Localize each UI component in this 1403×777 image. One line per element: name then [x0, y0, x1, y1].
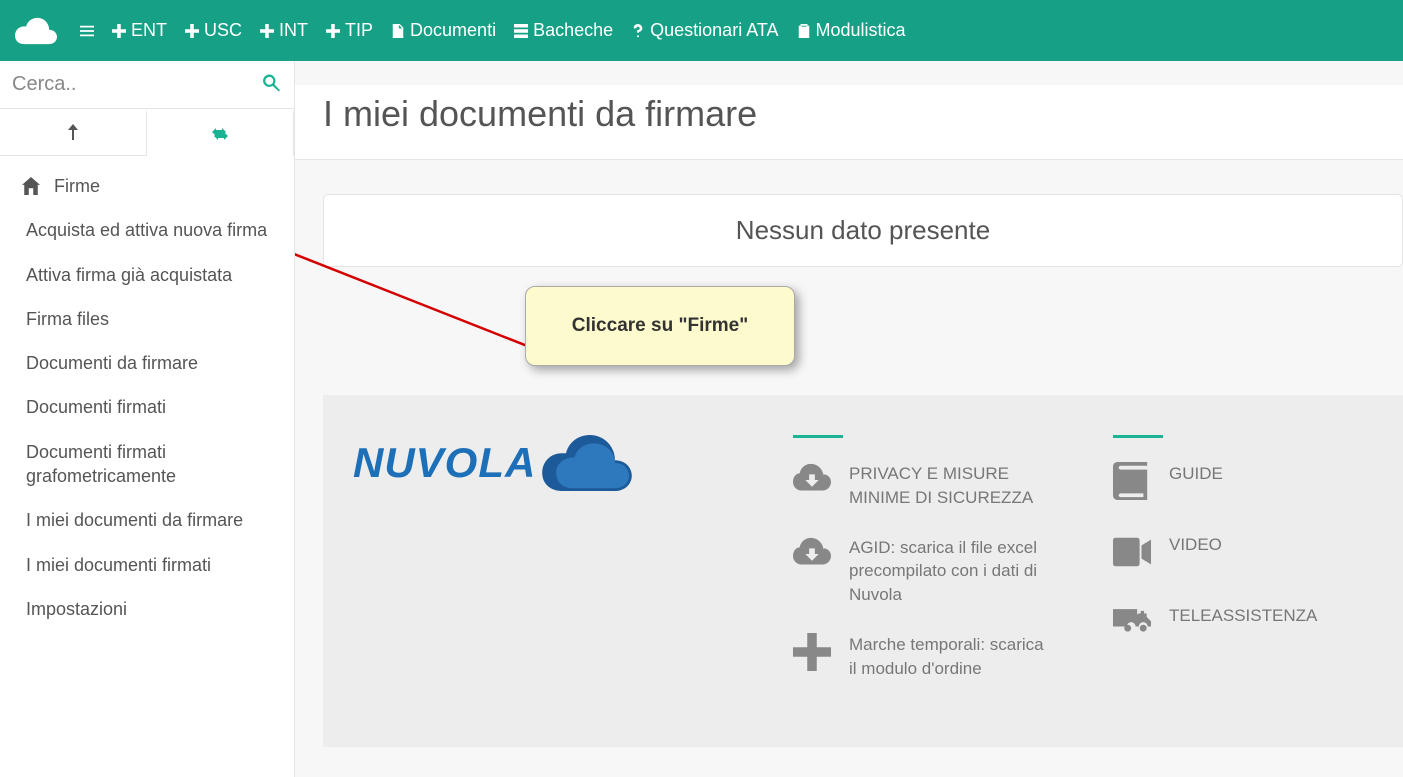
sidebar-item-attiva[interactable]: Attiva firma già acquistata [0, 253, 294, 297]
footer-col-brand: NUVOLA [353, 435, 733, 707]
plus-icon [326, 24, 340, 38]
nav-label: USC [204, 20, 242, 41]
sidebar-item-impostazioni[interactable]: Impostazioni [0, 587, 294, 631]
nav-bacheche[interactable]: Bacheche [506, 14, 621, 47]
footer-link-marche[interactable]: Marche temporali: scarica il modulo d'or… [793, 633, 1053, 681]
tab-up[interactable] [0, 109, 146, 155]
topbar: ENT USC INT TIP Documenti Bacheche Quest… [0, 0, 1403, 61]
sidebar-item-firme[interactable]: Firme [0, 164, 294, 208]
sidebar-item-firma-files[interactable]: Firma files [0, 297, 294, 341]
footer-link-guide[interactable]: GUIDE [1113, 462, 1373, 507]
annotation-callout: Cliccare su "Firme" [525, 286, 795, 366]
footer: NUVOLA PRIVACY E MISURE MINIME DI SICURE… [323, 395, 1403, 747]
tab-refresh[interactable] [146, 110, 294, 156]
empty-message: Nessun dato presente [344, 215, 1382, 246]
nav-int[interactable]: INT [252, 14, 316, 47]
arrow-up-icon [65, 124, 81, 140]
nav-label: Documenti [410, 20, 496, 41]
sidebar-menu: Firme Acquista ed attiva nuova firma Att… [0, 156, 294, 639]
footer-link-privacy[interactable]: PRIVACY E MISURE MINIME DI SICUREZZA [793, 462, 1053, 510]
col-divider [793, 435, 843, 438]
nav-ent[interactable]: ENT [104, 14, 175, 47]
nav-usc[interactable]: USC [177, 14, 250, 47]
footer-link-video[interactable]: VIDEO [1113, 533, 1373, 578]
sidebar: Firme Acquista ed attiva nuova firma Att… [0, 61, 295, 777]
cloud-download-icon [793, 536, 833, 581]
brand-text: NUVOLA [353, 439, 536, 487]
book-icon [1113, 462, 1153, 507]
search-icon[interactable] [262, 73, 280, 96]
footer-col-help: GUIDE VIDEO TELEASSISTENZA [1113, 435, 1373, 707]
plus-icon [185, 24, 199, 38]
nav-label: ENT [131, 20, 167, 41]
sidebar-item-grafometrici[interactable]: Documenti firmati grafometricamente [0, 430, 294, 499]
truck-icon [1113, 604, 1153, 649]
footer-link-teleassistenza[interactable]: TELEASSISTENZA [1113, 604, 1373, 649]
cloud-icon [15, 14, 57, 48]
empty-panel: Nessun dato presente [323, 194, 1403, 267]
nav-label: Modulistica [816, 20, 906, 41]
sidebar-tabs [0, 109, 294, 156]
plus-icon [793, 633, 833, 678]
callout-text: Cliccare su "Firme" [572, 315, 748, 336]
menu-header-label: Firme [54, 174, 100, 198]
plus-icon [112, 24, 126, 38]
nav-modulistica[interactable]: Modulistica [789, 14, 914, 47]
nav-label: INT [279, 20, 308, 41]
page-title: I miei documenti da firmare [295, 85, 1403, 160]
nav-tip[interactable]: TIP [318, 14, 381, 47]
question-icon [631, 24, 645, 38]
refresh-icon [212, 126, 228, 142]
plus-icon [260, 24, 274, 38]
cloud-download-icon [793, 462, 833, 507]
nav-label: Questionari ATA [650, 20, 778, 41]
app-logo[interactable] [12, 7, 60, 55]
top-nav: ENT USC INT TIP Documenti Bacheche Quest… [72, 14, 914, 47]
nav-label: TIP [345, 20, 373, 41]
col-divider [1113, 435, 1163, 438]
nav-hamburger[interactable] [72, 18, 102, 44]
home-icon [22, 177, 40, 195]
file-icon [391, 24, 405, 38]
video-icon [1113, 533, 1153, 578]
sidebar-item-miei-da-firmare[interactable]: I miei documenti da firmare [0, 498, 294, 542]
sidebar-item-da-firmare[interactable]: Documenti da firmare [0, 341, 294, 385]
nav-label: Bacheche [533, 20, 613, 41]
footer-logo: NUVOLA [353, 435, 733, 491]
search-input[interactable] [0, 61, 294, 108]
footer-link-agid[interactable]: AGID: scarica il file excel precompilato… [793, 536, 1053, 607]
sidebar-item-miei-firmati[interactable]: I miei documenti firmati [0, 543, 294, 587]
clipboard-icon [797, 24, 811, 38]
nav-questionari[interactable]: Questionari ATA [623, 14, 786, 47]
footer-col-downloads: PRIVACY E MISURE MINIME DI SICUREZZA AGI… [793, 435, 1053, 707]
main-content: I miei documenti da firmare Nessun dato … [295, 61, 1403, 777]
list-icon [514, 24, 528, 38]
nav-documenti[interactable]: Documenti [383, 14, 504, 47]
cloud-icon [542, 435, 632, 491]
bars-icon [80, 24, 94, 38]
search-wrap [0, 61, 294, 109]
sidebar-item-firmati[interactable]: Documenti firmati [0, 385, 294, 429]
sidebar-item-acquista[interactable]: Acquista ed attiva nuova firma [0, 208, 294, 252]
